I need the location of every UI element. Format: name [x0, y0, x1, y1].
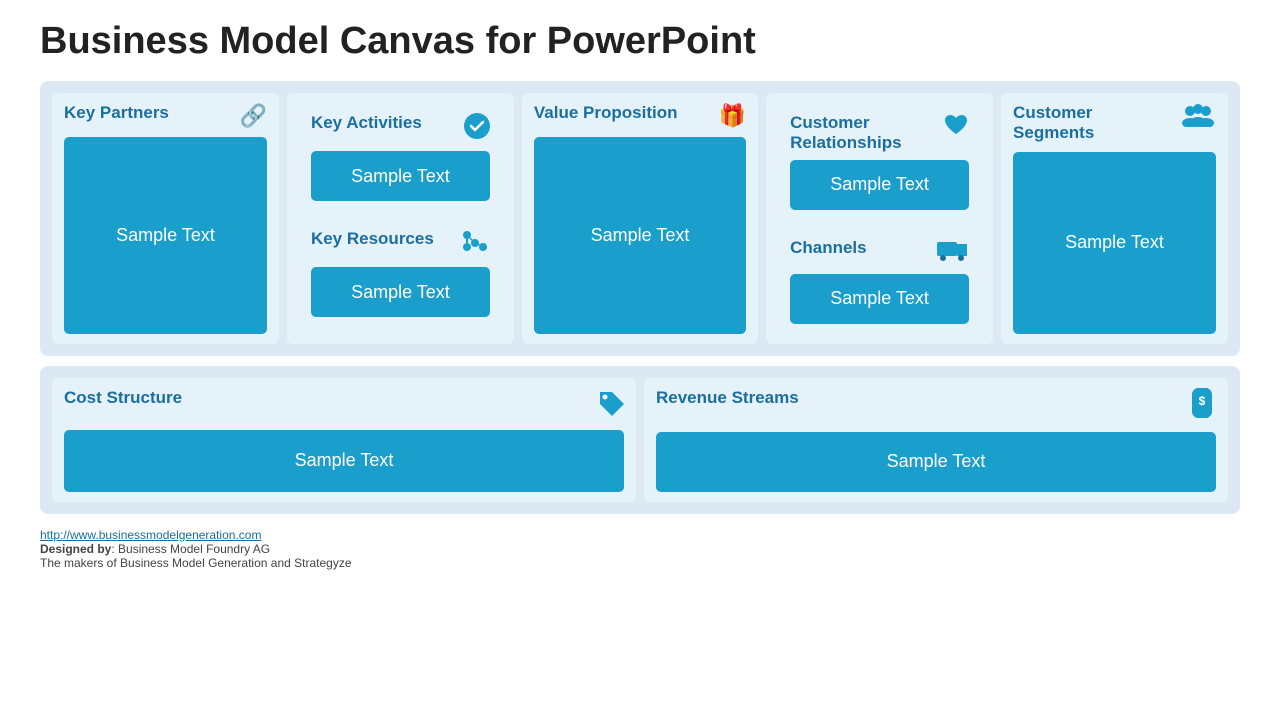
- key-partners-cell: Key Partners 🔗 Sample Text: [52, 93, 279, 344]
- check-icon: [464, 113, 490, 145]
- value-proposition-cell: Value Proposition 🎁 Sample Text: [522, 93, 758, 344]
- revenue-streams-cell: Revenue Streams $ Sample Text: [644, 378, 1228, 502]
- customer-segments-title: Customer Segments: [1013, 103, 1174, 144]
- page-title: Business Model Canvas for PowerPoint: [40, 20, 1240, 63]
- key-activities-sample-text: Sample Text: [311, 151, 490, 201]
- footer-designed-by: Business Model Foundry AG: [118, 542, 270, 556]
- value-proposition-header: Value Proposition 🎁: [534, 103, 746, 129]
- canvas-top-section: Key Partners 🔗 Sample Text Key Activitie…: [40, 81, 1240, 356]
- customer-relationships-sample-text: Sample Text: [790, 160, 969, 210]
- footer: http://www.businessmodelgeneration.com D…: [40, 528, 1240, 570]
- footer-link[interactable]: http://www.businessmodelgeneration.com: [40, 528, 261, 542]
- key-activities-cell: Key Activities Sample Text Key Resources: [287, 93, 514, 344]
- customer-segments-header: Customer Segments: [1013, 103, 1216, 144]
- cost-structure-header: Cost Structure: [64, 388, 624, 422]
- revenue-streams-title: Revenue Streams: [656, 388, 799, 408]
- key-resources-sample-text: Sample Text: [311, 267, 490, 317]
- customer-segments-sample-text: Sample Text: [1013, 152, 1216, 334]
- key-activities-title: Key Activities: [311, 113, 422, 133]
- channels-sub-header: Channels: [790, 238, 969, 268]
- money-icon: $: [1188, 388, 1216, 424]
- people-icon: [1180, 103, 1216, 133]
- key-partners-header: Key Partners 🔗: [64, 103, 267, 129]
- channels-title: Channels: [790, 238, 867, 258]
- cost-structure-title: Cost Structure: [64, 388, 182, 408]
- key-resources-title: Key Resources: [311, 229, 434, 249]
- value-proposition-sample-text: Sample Text: [534, 137, 746, 334]
- key-activities-sub-header: Key Activities: [311, 113, 490, 145]
- chart-icon: [460, 229, 490, 261]
- key-activities-sub: Key Activities Sample Text: [299, 103, 502, 211]
- cost-structure-cell: Cost Structure Sample Text: [52, 378, 636, 502]
- truck-icon: [935, 238, 969, 268]
- key-partners-sample-text: Sample Text: [64, 137, 267, 334]
- key-resources-sub: Key Resources Sample Text: [299, 219, 502, 327]
- gift-icon: 🎁: [719, 103, 746, 129]
- customer-relationships-cell: Customer Relationships Sample Text Chann…: [766, 93, 993, 344]
- link-icon: 🔗: [240, 103, 267, 129]
- heart-icon: [943, 113, 969, 143]
- customer-relationships-title: Customer Relationships: [790, 113, 937, 154]
- key-resources-sub-header: Key Resources: [311, 229, 490, 261]
- value-proposition-title: Value Proposition: [534, 103, 678, 123]
- customer-segments-cell: Customer Segments Sample Text: [1001, 93, 1228, 344]
- customer-relationships-sub: Customer Relationships Sample Text: [778, 103, 981, 220]
- key-partners-title: Key Partners: [64, 103, 169, 123]
- footer-tagline: The makers of Business Model Generation …: [40, 556, 352, 570]
- channels-sub: Channels Sample Text: [778, 228, 981, 334]
- channels-sample-text: Sample Text: [790, 274, 969, 324]
- customer-relationships-sub-header: Customer Relationships: [790, 113, 969, 154]
- cost-structure-sample-text: Sample Text: [64, 430, 624, 492]
- revenue-streams-header: Revenue Streams $: [656, 388, 1216, 424]
- footer-designed-by-label: Designed by: [40, 542, 111, 556]
- svg-text:$: $: [1199, 394, 1206, 408]
- canvas-bottom-section: Cost Structure Sample Text Revenue Strea…: [40, 366, 1240, 514]
- revenue-streams-sample-text: Sample Text: [656, 432, 1216, 492]
- tag-icon: [596, 388, 624, 422]
